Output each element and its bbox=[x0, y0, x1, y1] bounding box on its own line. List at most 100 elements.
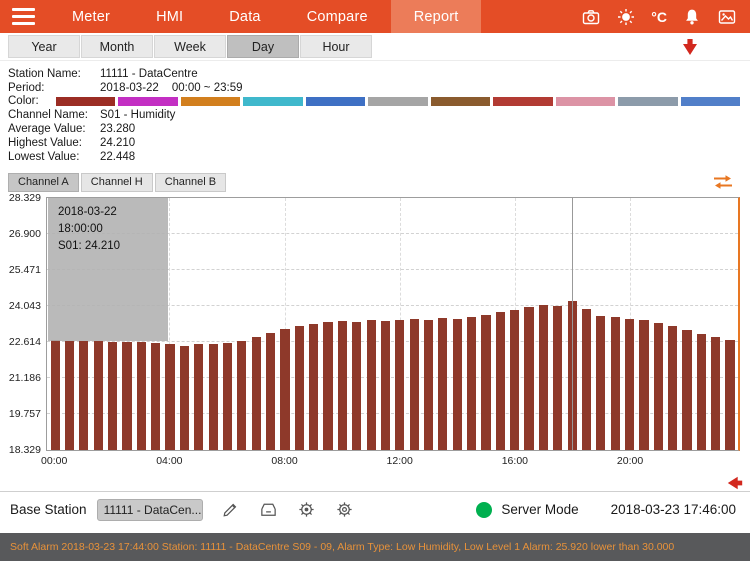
menu-icon[interactable] bbox=[12, 4, 36, 29]
nav-data[interactable]: Data bbox=[206, 0, 283, 33]
chart-bar[interactable] bbox=[624, 318, 635, 450]
chart-bar[interactable] bbox=[495, 312, 505, 450]
y-axis-label: 19.757 bbox=[8, 407, 41, 420]
chart-tooltip: 2018-03-22 18:00:00 S01: 24.210 bbox=[48, 197, 168, 342]
nav-compare[interactable]: Compare bbox=[284, 0, 391, 33]
chart-bar[interactable] bbox=[165, 343, 175, 450]
channel-name-row: Channel Name: S01 - Humidity bbox=[8, 108, 742, 122]
tab-channel-b[interactable]: Channel B bbox=[154, 172, 227, 192]
camera-icon[interactable] bbox=[581, 7, 601, 27]
chart-bar[interactable] bbox=[725, 339, 735, 450]
station-name-row: Station Name: 11111 - DataCentre bbox=[8, 67, 742, 81]
chart-bar[interactable] bbox=[438, 318, 448, 450]
color-swatch bbox=[118, 96, 178, 106]
tab-hour[interactable]: Hour bbox=[300, 35, 372, 58]
channel-name-value: S01 - Humidity bbox=[100, 109, 176, 122]
color-swatch bbox=[680, 96, 740, 106]
chart-bar[interactable] bbox=[538, 304, 548, 450]
chart-bar[interactable] bbox=[452, 319, 462, 450]
chart-bar[interactable] bbox=[237, 341, 247, 450]
period-row: Period: 2018-03-22 00:00 ~ 23:59 bbox=[8, 81, 742, 95]
period-label: Period: bbox=[8, 81, 45, 94]
chart-bar[interactable] bbox=[380, 321, 391, 450]
chart-bar[interactable] bbox=[93, 341, 103, 450]
chart-bar[interactable] bbox=[352, 322, 362, 450]
chart-bar[interactable] bbox=[581, 308, 592, 450]
nav-report[interactable]: Report bbox=[390, 0, 482, 33]
screenshot-icon[interactable] bbox=[717, 7, 737, 27]
y-axis-label: 18.329 bbox=[8, 443, 41, 456]
brightness-icon[interactable] bbox=[616, 7, 636, 27]
chart-bar[interactable] bbox=[323, 322, 333, 450]
color-label: Color: bbox=[8, 95, 39, 108]
system-gear-icon[interactable] bbox=[335, 500, 355, 520]
swap-arrows-icon[interactable] bbox=[712, 174, 734, 190]
color-swatch bbox=[430, 96, 491, 106]
chart-bar[interactable] bbox=[337, 321, 347, 450]
chart-bar[interactable] bbox=[294, 325, 304, 450]
temperature-unit-toggle[interactable]: °C bbox=[651, 7, 667, 27]
chart-bar[interactable] bbox=[366, 320, 376, 450]
chart-bar[interactable] bbox=[510, 309, 520, 450]
chart-bar[interactable] bbox=[179, 345, 189, 450]
alarm-bell-icon[interactable] bbox=[682, 7, 702, 27]
chart-bar[interactable] bbox=[309, 323, 319, 450]
settings-gear-icon[interactable] bbox=[297, 500, 317, 520]
chart-bar[interactable] bbox=[108, 341, 118, 450]
scroll-left-arrow-icon[interactable] bbox=[726, 474, 744, 492]
chart-bar[interactable] bbox=[409, 318, 419, 450]
station-name-value: 11111 - DataCentre bbox=[100, 67, 198, 80]
tab-channel-a[interactable]: Channel A bbox=[8, 172, 79, 192]
tab-day[interactable]: Day bbox=[227, 35, 299, 58]
chart-bar[interactable] bbox=[136, 341, 146, 450]
chart-bar[interactable] bbox=[208, 343, 218, 450]
plot-area: 2018-03-22 18:00:00 S01: 24.210 18.329 19… bbox=[9, 192, 740, 467]
chart-bar[interactable] bbox=[280, 328, 290, 450]
chart-bar[interactable] bbox=[610, 317, 620, 450]
tab-month[interactable]: Month bbox=[81, 35, 153, 58]
base-station-select[interactable]: 11111 - DataCen... bbox=[96, 498, 203, 521]
chart-bar[interactable] bbox=[596, 315, 606, 450]
chart-bar[interactable] bbox=[711, 337, 721, 450]
scroll-down-arrow-icon[interactable] bbox=[680, 37, 700, 57]
tab-year[interactable]: Year bbox=[8, 35, 80, 58]
nav-meter[interactable]: Meter bbox=[49, 0, 133, 33]
chart-bar[interactable] bbox=[481, 314, 491, 450]
chart-bar[interactable] bbox=[122, 342, 132, 450]
chart-bar[interactable] bbox=[251, 337, 261, 450]
chart-bar[interactable] bbox=[423, 320, 434, 450]
chart-bar[interactable] bbox=[653, 322, 663, 450]
chart-bar[interactable] bbox=[668, 326, 678, 450]
folder-icon[interactable] bbox=[259, 500, 279, 520]
chart-bar[interactable] bbox=[639, 320, 649, 450]
header-icon-group: °C bbox=[581, 7, 750, 27]
highest-value: 24.210 bbox=[100, 136, 136, 149]
chart-bar[interactable] bbox=[553, 306, 563, 450]
period-range-value: 00:00 ~ 23:59 bbox=[171, 81, 243, 94]
chart-bar[interactable] bbox=[50, 339, 60, 450]
tab-week[interactable]: Week bbox=[154, 35, 226, 58]
chart-bar[interactable] bbox=[265, 333, 276, 450]
x-axis-label: 16:00 bbox=[501, 454, 528, 467]
chart-bar[interactable] bbox=[696, 333, 706, 450]
channel-color-legend bbox=[56, 96, 740, 106]
chart-bar[interactable] bbox=[524, 307, 534, 450]
nav-hmi[interactable]: HMI bbox=[133, 0, 206, 33]
chart-bar[interactable] bbox=[151, 342, 161, 450]
chart-bar[interactable] bbox=[79, 341, 89, 450]
color-swatch bbox=[56, 96, 116, 106]
chart-bar[interactable] bbox=[682, 329, 692, 450]
chart-bar[interactable] bbox=[64, 340, 75, 450]
color-swatch bbox=[180, 96, 241, 106]
chart-bar[interactable] bbox=[222, 342, 233, 450]
chart-bar[interactable] bbox=[467, 316, 477, 450]
chart-bar[interactable] bbox=[395, 319, 405, 450]
current-datetime: 2018-03-23 17:46:00 bbox=[610, 502, 736, 518]
connection-status-dot bbox=[476, 501, 493, 518]
highest-value-label: Highest Value: bbox=[8, 136, 82, 149]
server-mode-label: Server Mode bbox=[501, 502, 579, 518]
edit-icon[interactable] bbox=[221, 500, 241, 520]
tab-channel-h[interactable]: Channel H bbox=[80, 172, 153, 192]
chart-bar[interactable] bbox=[194, 344, 204, 450]
main-nav: Meter HMI Data Compare Report bbox=[49, 0, 482, 33]
